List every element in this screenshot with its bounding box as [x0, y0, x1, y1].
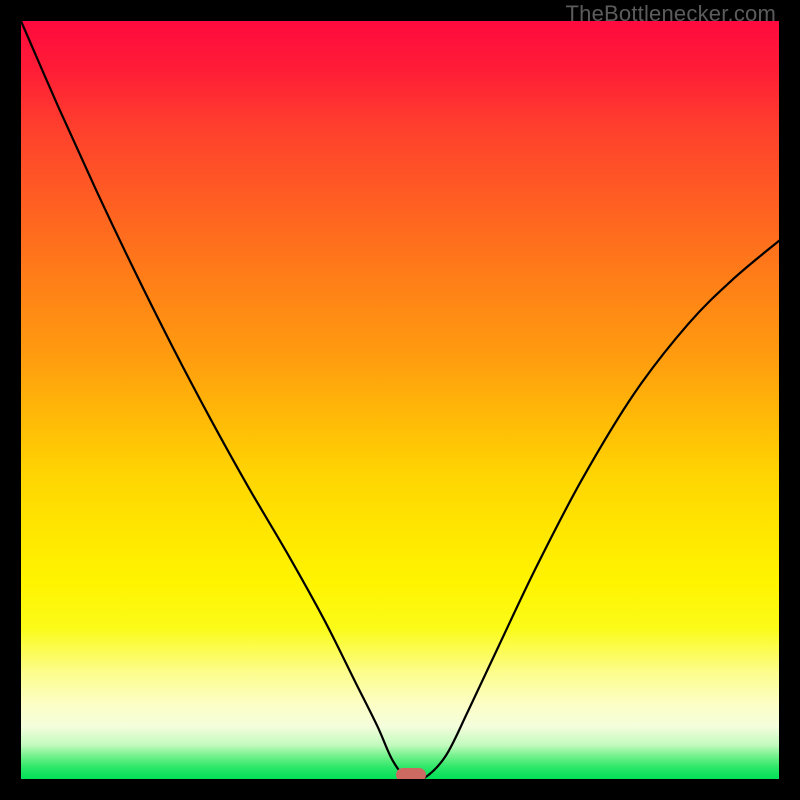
curve-path	[21, 21, 779, 779]
chart-frame: TheBottlenecker.com	[0, 0, 800, 800]
watermark-text: TheBottlenecker.com	[566, 1, 776, 27]
bottleneck-curve	[21, 21, 779, 779]
optimum-marker	[396, 768, 426, 779]
plot-area	[21, 21, 779, 779]
